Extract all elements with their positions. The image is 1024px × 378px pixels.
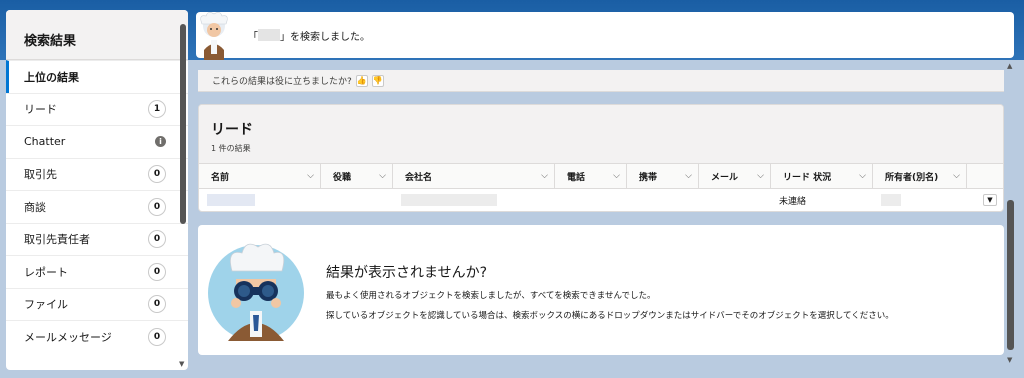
column-company[interactable]: 会社名 ⌵ — [393, 164, 555, 188]
column-label: 所有者(別名) — [885, 172, 939, 183]
cell-lead-status: 未連絡 — [779, 196, 807, 207]
sidebar-item-label: レポート — [24, 265, 68, 279]
thumbs-down-icon[interactable]: 👎 — [371, 74, 384, 87]
empty-state-title: 結果が表示されませんか? — [326, 265, 488, 281]
chevron-down-icon[interactable]: ⌵ — [613, 171, 620, 181]
empty-state-hint: 探しているオブジェクトを認識している場合は、検索ボックスの横にあるドロップダウン… — [326, 311, 894, 321]
table-row: 未連絡 ▼ — [199, 189, 1003, 211]
sidebar-item-contacts[interactable]: 取引先責任者 0 — [6, 222, 188, 256]
quote-open: 「 — [248, 31, 258, 43]
sidebar-item-chatter[interactable]: Chatter i — [6, 125, 188, 158]
cell-company — [393, 194, 555, 206]
redacted-search-term — [258, 29, 280, 41]
chevron-down-icon[interactable]: ⌵ — [953, 171, 960, 181]
redacted-owner — [881, 194, 901, 206]
column-title[interactable]: 役職 ⌵ — [321, 164, 393, 188]
info-icon: i — [155, 136, 166, 148]
redacted-lead-name[interactable] — [207, 194, 255, 206]
column-owner-alias[interactable]: 所有者(別名) ⌵ — [873, 164, 967, 188]
sidebar-item-label: Chatter — [24, 135, 66, 149]
empty-state-card: 結果が表示されませんか? 最もよく使用されるオブジェクトを検索しましたが、すべて… — [198, 225, 1004, 355]
sidebar-item-label: メールメッセージ — [24, 330, 112, 344]
column-name[interactable]: 名前 ⌵ — [199, 164, 321, 188]
sidebar-item-label: 上位の結果 — [24, 70, 79, 84]
sidebar-item-opportunities[interactable]: 商談 0 — [6, 190, 188, 223]
cell-name[interactable] — [199, 194, 321, 206]
chevron-down-icon[interactable]: ⌵ — [757, 171, 764, 181]
sidebar-item-label: 取引先 — [24, 168, 57, 182]
card-title[interactable]: リード — [211, 119, 1003, 139]
chevron-down-icon[interactable]: ⌵ — [859, 171, 866, 181]
sidebar-scrollbar[interactable] — [180, 24, 186, 224]
einstein-binoculars-illustration — [208, 243, 304, 341]
column-mobile[interactable]: 携帯 ⌵ — [627, 164, 699, 188]
empty-state-description: 最もよく使用されるオブジェクトを検索しましたが、すべてを検索できませんでした。 — [326, 291, 656, 301]
result-count: 1 件の結果 — [211, 144, 251, 153]
column-email[interactable]: メール ⌵ — [699, 164, 771, 188]
column-label: 携帯 — [639, 172, 658, 183]
cell-owner — [873, 194, 967, 206]
count-badge: 0 — [148, 262, 166, 281]
feedback-bar: これらの結果は役に立ちましたか? 👍 👎 — [198, 70, 1004, 92]
count-badge: 0 — [148, 230, 166, 249]
chevron-down-icon[interactable]: ⌵ — [685, 171, 692, 181]
sidebar-item-accounts[interactable]: 取引先 0 — [6, 157, 188, 191]
column-label: 電話 — [567, 172, 586, 183]
feedback-question: これらの結果は役に立ちましたか? — [212, 77, 352, 87]
search-message-text: 」を検索しました。 — [280, 31, 370, 43]
sidebar-list: 上位の結果 リード 1 Chatter i 取引先 0 商談 0 取引先責任者 … — [6, 60, 188, 353]
count-badge: 0 — [148, 295, 166, 314]
sidebar-item-top-results[interactable]: 上位の結果 — [6, 60, 188, 93]
count-badge: 0 — [148, 165, 166, 184]
count-badge: 0 — [148, 327, 166, 346]
count-badge: 0 — [148, 197, 166, 216]
search-message: 「 」を検索しました。 — [248, 28, 370, 43]
search-notification: 「 」を検索しました。 — [196, 12, 1014, 60]
column-lead-status[interactable]: リード 状況 ⌵ — [771, 164, 873, 188]
scroll-up-arrow-icon[interactable]: ▲ — [1007, 62, 1012, 70]
scroll-down-arrow-icon[interactable]: ▼ — [1007, 356, 1012, 364]
column-label: 名前 — [211, 172, 230, 183]
row-actions: ▼ — [967, 194, 1003, 206]
column-label: 会社名 — [405, 172, 433, 183]
column-label: リード 状況 — [783, 172, 832, 183]
column-label: 役職 — [333, 172, 352, 183]
chevron-down-icon[interactable]: ⌵ — [307, 171, 314, 181]
search-results-sidebar: 検索結果 上位の結果 リード 1 Chatter i 取引先 0 商談 0 取引… — [6, 10, 188, 370]
einstein-mascot-icon — [200, 12, 228, 60]
chevron-down-icon[interactable]: ⌵ — [541, 171, 548, 181]
sidebar-item-label: リード — [24, 103, 57, 117]
row-action-dropdown-icon[interactable]: ▼ — [983, 194, 997, 206]
sidebar-title: 検索結果 — [6, 10, 188, 60]
sidebar-item-leads[interactable]: リード 1 — [6, 92, 188, 126]
sidebar-item-files[interactable]: ファイル 0 — [6, 287, 188, 321]
sidebar-item-label: ファイル — [24, 298, 68, 312]
chevron-down-icon[interactable]: ⌵ — [379, 171, 386, 181]
sidebar-item-email-messages[interactable]: メールメッセージ 0 — [6, 320, 188, 353]
scroll-down-arrow-icon[interactable]: ▼ — [179, 361, 186, 368]
column-actions — [967, 164, 1003, 188]
thumbs-up-icon[interactable]: 👍 — [355, 74, 368, 87]
main-scrollbar[interactable] — [1007, 200, 1014, 350]
column-phone[interactable]: 電話 ⌵ — [555, 164, 627, 188]
leads-results-card: リード 1 件の結果 名前 ⌵ 役職 ⌵ 会社名 ⌵ 電話 ⌵ 携帯 ⌵ メール ⌵ リード… — [198, 104, 1004, 212]
sidebar-item-label: 取引先責任者 — [24, 233, 90, 247]
sidebar-item-label: 商談 — [24, 200, 46, 214]
table-header: 名前 ⌵ 役職 ⌵ 会社名 ⌵ 電話 ⌵ 携帯 ⌵ メール ⌵ リード 状況 ⌵ 所有者(別名… — [199, 163, 1003, 189]
column-label: メール — [711, 172, 739, 183]
sidebar-item-reports[interactable]: レポート 0 — [6, 255, 188, 288]
count-badge: 1 — [148, 100, 166, 119]
redacted-company — [401, 194, 497, 206]
card-header: リード 1 件の結果 — [199, 105, 1003, 163]
